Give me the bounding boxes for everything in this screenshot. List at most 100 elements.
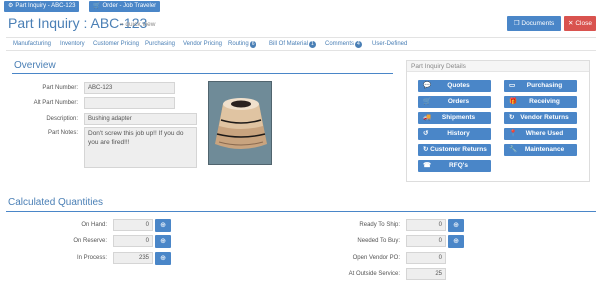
on-hand-label: On Hand: [81, 222, 107, 228]
receiving-button[interactable]: 🎁 Receiving [504, 96, 577, 108]
subnav-label: Customer Pricing [93, 41, 140, 47]
maintenance-button[interactable]: 🔧 Maintenance [504, 144, 577, 156]
documents-label: Documents [521, 20, 555, 27]
comments-count-badge: 4 [355, 41, 362, 48]
history-icon: ↺ [423, 130, 429, 137]
overview-divider [12, 73, 393, 74]
button-label: Vendor Returns [520, 114, 569, 121]
subnav-purchasing[interactable]: Purchasing [145, 41, 175, 47]
zoom-icon: ⊕ [160, 238, 166, 245]
needed-to-buy-zoom-button[interactable]: ⊕ [448, 235, 464, 248]
subnav-comments[interactable]: Comments 4 [325, 41, 362, 48]
where-used-button[interactable]: 📍 Where Used [504, 128, 577, 140]
zoom-icon: ⊕ [453, 238, 459, 245]
panel-title: Part Inquiry Details [407, 61, 589, 72]
overview-title: Overview [14, 60, 56, 71]
tab-label: Part Inquiry - ABC-123 [15, 3, 76, 9]
subnav-user-defined[interactable]: User-Defined [372, 41, 407, 47]
vendor-returns-button[interactable]: ↻ Vendor Returns [504, 112, 577, 124]
at-outside-service-label: At Outside Service: [348, 271, 400, 277]
alt-part-number-field[interactable] [84, 97, 175, 109]
routing-count-badge: 6 [249, 41, 257, 48]
subnav-label: Bill Of Material [269, 41, 309, 47]
quick-view-label: quick view [125, 21, 156, 28]
close-label: Close [575, 20, 592, 27]
part-notes-label: Part Notes: [47, 130, 78, 136]
part-notes-textarea[interactable]: Don't screw this job up!! If you do you … [84, 127, 197, 168]
needed-to-buy-value: 0 [406, 235, 446, 247]
subnav-inventory[interactable]: Inventory [60, 41, 85, 47]
button-label: Customer Returns [430, 146, 487, 153]
needed-to-buy-label: Needed To Buy: [357, 238, 400, 244]
refresh-icon: ↻ [423, 146, 429, 153]
cart-icon: 🛒 [93, 3, 101, 9]
quantities-divider [6, 211, 596, 212]
subnav-label: Comments [325, 41, 355, 47]
button-label: History [447, 130, 470, 137]
on-reserve-value: 0 [113, 235, 153, 247]
map-marker-icon: 📍 [509, 130, 518, 137]
tab-part-inquiry[interactable]: ⚙ Part Inquiry - ABC-123 [4, 1, 80, 12]
subnav-label: Inventory [60, 41, 85, 47]
credit-card-icon: ▭ [509, 82, 516, 89]
subnav-label: User-Defined [372, 41, 408, 47]
subnav-routing[interactable]: Routing 6 [228, 41, 257, 48]
subnav-label: Routing [228, 41, 249, 47]
in-process-value: 235 [113, 252, 153, 264]
subnav-vendor-pricing[interactable]: Vendor Pricing [183, 41, 222, 47]
comments-icon: 💬 [423, 82, 432, 89]
ready-to-ship-label: Ready To Ship: [359, 222, 400, 228]
alt-part-number-label: Alt Part Number: [33, 100, 78, 106]
purchasing-button[interactable]: ▭ Purchasing [504, 80, 577, 92]
subnav-label: Purchasing [145, 41, 176, 47]
sub-navigation: Manufacturing Inventory Customer Pricing… [6, 37, 596, 51]
quotes-button[interactable]: 💬 Quotes [418, 80, 491, 92]
description-label: Description: [46, 116, 78, 122]
quick-view-link[interactable]: » quick view [120, 21, 155, 28]
subnav-customer-pricing[interactable]: Customer Pricing [93, 41, 139, 47]
part-image [208, 81, 272, 165]
history-button[interactable]: ↺ History [418, 128, 491, 140]
subnav-label: Manufacturing [13, 41, 52, 47]
subnav-label: Vendor Pricing [183, 41, 223, 47]
cart-icon: 🛒 [423, 98, 432, 105]
gift-icon: 🎁 [509, 98, 518, 105]
shipments-button[interactable]: 🚚 Shipments [418, 112, 491, 124]
on-reserve-label: On Reserve: [73, 238, 107, 244]
tab-order-job-traveler[interactable]: 🛒 Order - Job Traveler [89, 1, 161, 12]
bom-count-badge: 1 [309, 41, 316, 48]
rfqs-button[interactable]: ☎ RFQ's [418, 160, 491, 172]
subnav-manufacturing[interactable]: Manufacturing [13, 41, 51, 47]
ready-to-ship-zoom-button[interactable]: ⊕ [448, 219, 464, 232]
subnav-bill-of-material[interactable]: Bill Of Material 1 [269, 41, 316, 48]
calculated-quantities-title: Calculated Quantities [8, 197, 104, 208]
zoom-icon: ⊕ [160, 222, 166, 229]
ready-to-ship-value: 0 [406, 219, 446, 231]
truck-icon: 🚚 [423, 114, 432, 121]
gear-icon: ⚙ [8, 3, 14, 9]
on-hand-value: 0 [113, 219, 153, 231]
on-reserve-zoom-button[interactable]: ⊕ [155, 235, 171, 248]
part-number-label: Part Number: [42, 85, 78, 91]
on-hand-zoom-button[interactable]: ⊕ [155, 219, 171, 232]
at-outside-service-value: 25 [406, 268, 446, 280]
documents-button[interactable]: ❐ Documents [507, 16, 561, 31]
wrench-icon: 🔧 [509, 146, 518, 153]
part-number-field[interactable]: ABC-123 [84, 82, 175, 94]
refresh-icon: ↻ [509, 114, 515, 121]
in-process-label: In Process: [76, 255, 107, 261]
top-tab-bar: ⚙ Part Inquiry - ABC-123 🛒 Order - Job Tra… [0, 0, 600, 13]
close-button[interactable]: ✕ Close [564, 16, 596, 31]
in-process-zoom-button[interactable]: ⊕ [155, 252, 171, 265]
tab-label: Order - Job Traveler [102, 3, 157, 9]
zoom-icon: ⊕ [160, 255, 166, 262]
bushing-adapter-photo [209, 82, 271, 164]
close-icon: ✕ [568, 20, 574, 27]
orders-button[interactable]: 🛒 Orders [418, 96, 491, 108]
documents-icon: ❐ [513, 20, 520, 27]
phone-icon: ☎ [423, 162, 432, 169]
customer-returns-button[interactable]: ↻ Customer Returns [418, 144, 491, 156]
zoom-icon: ⊕ [453, 222, 459, 229]
description-field[interactable]: Bushing adapter [84, 113, 197, 125]
open-vendor-po-value: 0 [406, 252, 446, 264]
